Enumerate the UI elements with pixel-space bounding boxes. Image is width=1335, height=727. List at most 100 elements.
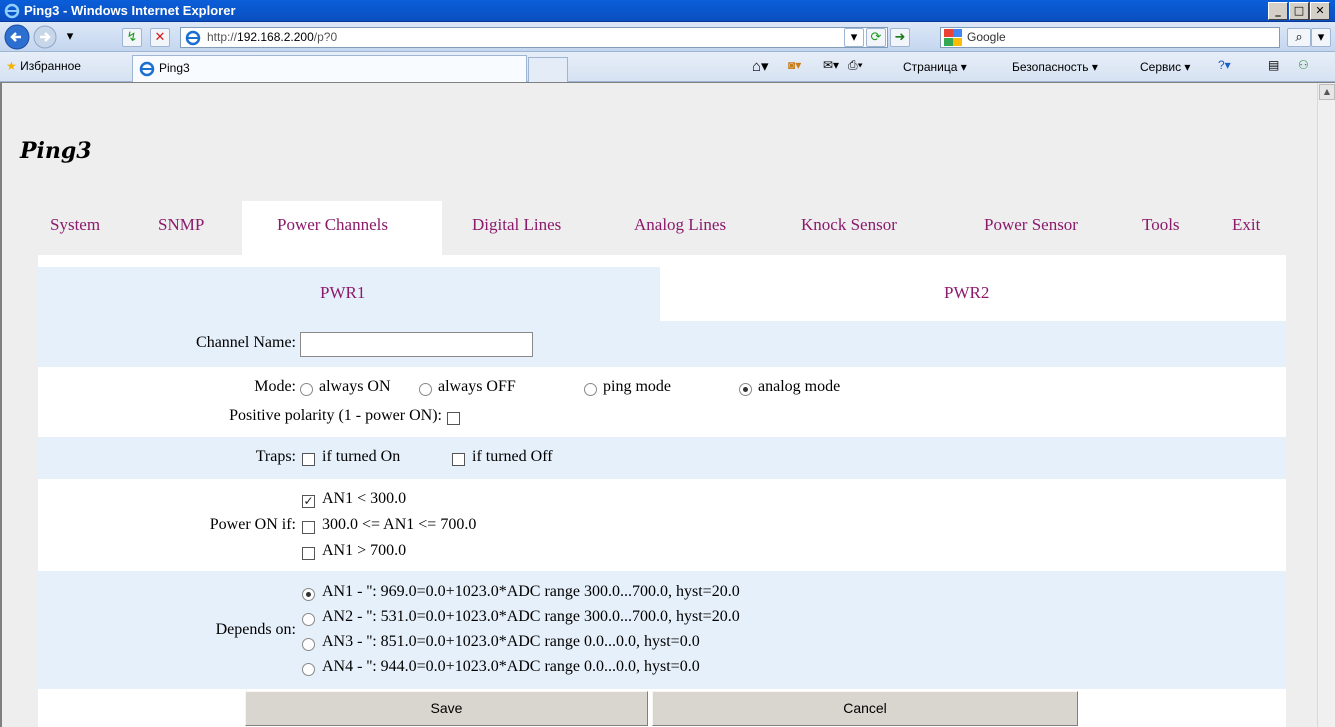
url-prefix: http:// — [207, 30, 238, 44]
forward-arrow-icon — [33, 25, 57, 49]
page-menu[interactable]: Страница ▾ — [903, 60, 967, 74]
power-on-label: Power ON if: — [209, 516, 296, 533]
url-host: 192.168.2.200 — [237, 30, 314, 44]
favorites-label: Избранное — [20, 59, 81, 73]
trap-turned-on-checkbox[interactable] — [302, 453, 315, 466]
mode-ping-label: ping mode — [603, 378, 671, 395]
menu-exit[interactable]: Exit — [1232, 215, 1260, 235]
tab-pwr2[interactable]: PWR2 — [944, 283, 989, 303]
tools-menu[interactable]: Сервис ▾ — [1140, 60, 1190, 74]
back-button[interactable] — [4, 24, 30, 50]
channel-name-input[interactable] — [300, 332, 533, 357]
window-title: Ping3 - Windows Internet Explorer — [24, 3, 236, 18]
favorites-button[interactable]: ★ Избранное — [6, 59, 81, 73]
polarity-label: Positive polarity (1 - power ON): — [229, 407, 442, 424]
search-placeholder: Google — [967, 30, 1006, 44]
trap-turned-off-checkbox[interactable] — [452, 453, 465, 466]
depends-on-label: Depends on: — [215, 621, 296, 638]
mode-ping-radio[interactable] — [584, 383, 597, 396]
power-on-condition-2-checkbox[interactable] — [302, 521, 315, 534]
depends-an3-radio[interactable] — [302, 638, 315, 651]
scroll-up-icon[interactable]: ▲ — [1319, 84, 1335, 100]
traps-label: Traps: — [255, 448, 296, 465]
mail-icon[interactable]: ✉▾ — [823, 58, 839, 72]
channel-name-row: Channel Name: — [38, 321, 1286, 367]
ie-logo-icon — [4, 3, 20, 19]
depends-an4-radio[interactable] — [302, 663, 315, 676]
power-on-condition-2-label: 300.0 <= AN1 <= 700.0 — [322, 516, 477, 533]
window-title-bar: Ping3 - Windows Internet Explorer _ □ ✕ — [0, 0, 1335, 22]
menu-knock-sensor[interactable]: Knock Sensor — [801, 215, 897, 235]
history-dropdown-icon[interactable]: ▾ — [60, 28, 80, 47]
new-tab-button[interactable] — [528, 57, 568, 82]
depends-an1-radio[interactable] — [302, 588, 315, 601]
search-icon[interactable]: ⌕ — [1287, 28, 1311, 47]
mode-always-off-radio[interactable] — [419, 383, 432, 396]
menu-power-channels[interactable]: Power Channels — [277, 215, 388, 235]
mode-always-on-radio[interactable] — [300, 383, 313, 396]
depends-an4-label: AN4 - '': 944.0=0.0+1023.0*ADC range 0.0… — [322, 658, 700, 675]
favorites-bar: ★ Избранное Ping3 ⌂▾ ◙▾ ✉▾ ⎙▾ Страница ▾… — [0, 52, 1335, 82]
depends-an3-label: AN3 - '': 851.0=0.0+1023.0*ADC range 0.0… — [322, 633, 700, 650]
mode-label: Mode: — [254, 378, 296, 395]
app-title: Ping3 — [20, 138, 92, 164]
maximize-button[interactable]: □ — [1289, 2, 1309, 20]
close-button[interactable]: ✕ — [1310, 2, 1330, 20]
mode-row: Mode: always ON always OFF ping mode ana… — [38, 367, 1286, 437]
address-input[interactable]: http://192.168.2.200/p?0 — [180, 27, 888, 48]
page-icon — [185, 30, 201, 46]
url-path: /p?0 — [313, 30, 338, 44]
tab-label: Ping3 — [159, 61, 190, 75]
refresh-icon[interactable]: ⟳ — [866, 28, 886, 47]
menu-analog-lines[interactable]: Analog Lines — [634, 215, 726, 235]
tab-pwr1-label: PWR1 — [320, 283, 366, 302]
power-on-row: Power ON if: ✓ AN1 < 300.0 300.0 <= AN1 … — [38, 479, 1286, 571]
mode-always-on-label: always ON — [319, 378, 391, 395]
menu-system[interactable]: System — [50, 215, 100, 235]
save-button[interactable]: Save — [245, 691, 648, 726]
help-icon[interactable]: ?▾ — [1218, 58, 1231, 72]
main-menu: System SNMP Power Channels Digital Lines… — [38, 201, 1286, 255]
research-icon[interactable]: ▤ — [1268, 58, 1279, 72]
depends-an2-radio[interactable] — [302, 613, 315, 626]
compat-view-icon[interactable]: ↯ — [122, 28, 142, 47]
cancel-button[interactable]: Cancel — [652, 691, 1078, 726]
menu-tools[interactable]: Tools — [1142, 215, 1180, 235]
search-input[interactable]: Google — [940, 27, 1280, 48]
browser-tab[interactable]: Ping3 — [132, 55, 527, 82]
power-on-condition-3-checkbox[interactable] — [302, 547, 315, 560]
search-options-icon[interactable]: ▾ — [1311, 28, 1331, 47]
google-logo-icon — [944, 29, 962, 46]
tab-pwr1[interactable]: PWR1 — [38, 267, 660, 321]
back-arrow-icon — [4, 24, 30, 50]
print-icon[interactable]: ⎙▾ — [848, 58, 863, 73]
menu-digital-lines[interactable]: Digital Lines — [472, 215, 561, 235]
home-icon[interactable]: ⌂▾ — [752, 57, 769, 75]
channel-tabs: PWR1 PWR2 — [38, 267, 1286, 321]
power-on-condition-1-checkbox[interactable]: ✓ — [302, 495, 315, 508]
depends-on-row: Depends on: AN1 - '': 969.0=0.0+1023.0*A… — [38, 571, 1286, 689]
minimize-button[interactable]: _ — [1268, 2, 1288, 20]
trap-turned-on-label: if turned On — [322, 448, 401, 465]
tab-page-icon — [139, 61, 155, 77]
power-on-condition-3-label: AN1 > 700.0 — [322, 542, 407, 559]
address-toolbar: ▾ ↯ ✕ http://192.168.2.200/p?0 ▾ ⟳ ➜ Goo… — [0, 22, 1335, 52]
polarity-checkbox[interactable] — [447, 412, 460, 425]
traps-row: Traps: if turned On if turned Off — [38, 437, 1286, 479]
safety-menu[interactable]: Безопасность ▾ — [1012, 60, 1098, 74]
mode-analog-label: analog mode — [758, 378, 841, 395]
messenger-icon[interactable]: ⚇ — [1298, 58, 1309, 72]
mode-always-off-label: always OFF — [438, 378, 516, 395]
menu-snmp[interactable]: SNMP — [158, 215, 204, 235]
vertical-scrollbar[interactable]: ▲ — [1317, 83, 1335, 727]
feeds-icon[interactable]: ◙▾ — [788, 58, 801, 72]
star-icon: ★ — [6, 59, 17, 73]
forward-button[interactable] — [32, 24, 58, 50]
mode-analog-radio[interactable] — [739, 383, 752, 396]
channel-name-label: Channel Name: — [196, 334, 296, 351]
go-icon[interactable]: ➜ — [890, 28, 910, 47]
stop-icon[interactable]: ✕ — [150, 28, 170, 47]
menu-power-sensor[interactable]: Power Sensor — [984, 215, 1078, 235]
depends-an1-label: AN1 - '': 969.0=0.0+1023.0*ADC range 300… — [322, 583, 740, 600]
address-dropdown-icon[interactable]: ▾ — [844, 28, 864, 47]
